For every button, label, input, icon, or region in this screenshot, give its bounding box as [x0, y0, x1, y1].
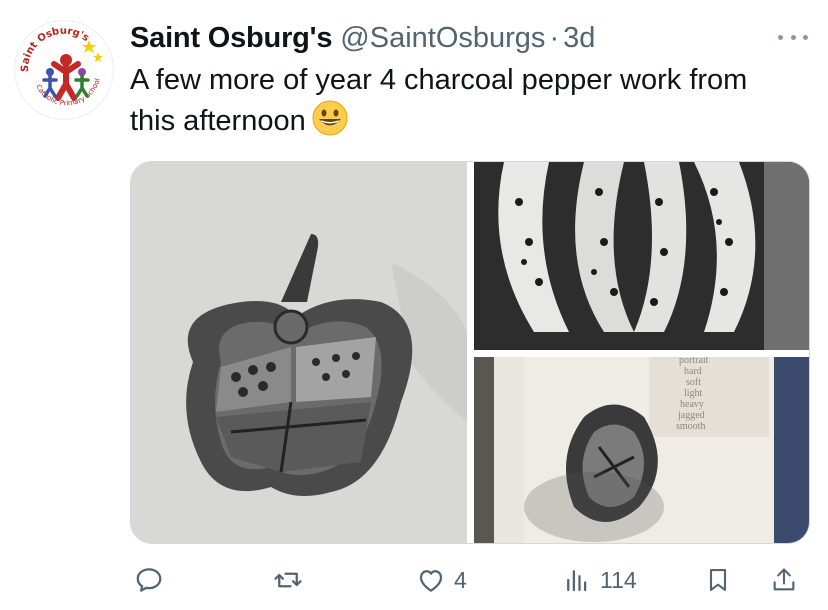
- tweet-body: A few more of year 4 charcoal pepper wor…: [130, 64, 748, 137]
- media-image-3[interactable]: portrait hard soft light heavy jagged sm…: [474, 357, 809, 543]
- grinning-face-emoji: [312, 100, 348, 147]
- sketchbook-word-4: light: [684, 388, 703, 399]
- heart-icon: [419, 570, 443, 592]
- school-logo: Saint Osburg's Catholic Primary School: [16, 22, 112, 118]
- avatar[interactable]: Saint Osburg's Catholic Primary School: [14, 20, 114, 120]
- media-grid: portrait hard soft light heavy jagged sm…: [130, 161, 810, 544]
- bookmark-button[interactable]: [704, 560, 732, 600]
- sketchbook-word-7: smooth: [676, 421, 705, 432]
- more-options-icon[interactable]: [778, 30, 808, 44]
- retweet-icon: [274, 572, 302, 588]
- views-count: 114: [600, 566, 637, 593]
- share-button[interactable]: [770, 560, 798, 600]
- sketchbook-word-1: portrait: [679, 357, 709, 366]
- retweet-button[interactable]: [272, 560, 312, 600]
- reply-icon: [136, 568, 162, 592]
- like-button[interactable]: 4: [416, 560, 467, 600]
- analytics-icon: [567, 570, 587, 592]
- sketchbook-word-2: hard: [684, 366, 702, 377]
- sketchbook-word-5: heavy: [680, 399, 704, 410]
- sketchbook-word-6: jagged: [677, 410, 705, 421]
- views-button[interactable]: 114: [562, 560, 637, 600]
- tweet-header: Saint Osburg's @SaintOsburgs · 3d: [130, 18, 828, 58]
- sketchbook-word-3: soft: [686, 377, 701, 388]
- timestamp[interactable]: 3d: [563, 22, 595, 55]
- separator: ·: [549, 21, 560, 54]
- media-image-2[interactable]: [474, 162, 809, 350]
- tweet-actions: 4 114: [130, 560, 810, 600]
- media-image-1[interactable]: [131, 162, 467, 543]
- share-icon: [773, 568, 795, 591]
- bookmark-icon: [709, 569, 727, 591]
- user-handle[interactable]: @SaintOsburgs: [340, 22, 545, 55]
- tweet-text: A few more of year 4 charcoal pepper wor…: [130, 60, 790, 147]
- display-name[interactable]: Saint Osburg's: [130, 22, 332, 55]
- like-count: 4: [454, 566, 467, 593]
- reply-button[interactable]: [134, 560, 172, 600]
